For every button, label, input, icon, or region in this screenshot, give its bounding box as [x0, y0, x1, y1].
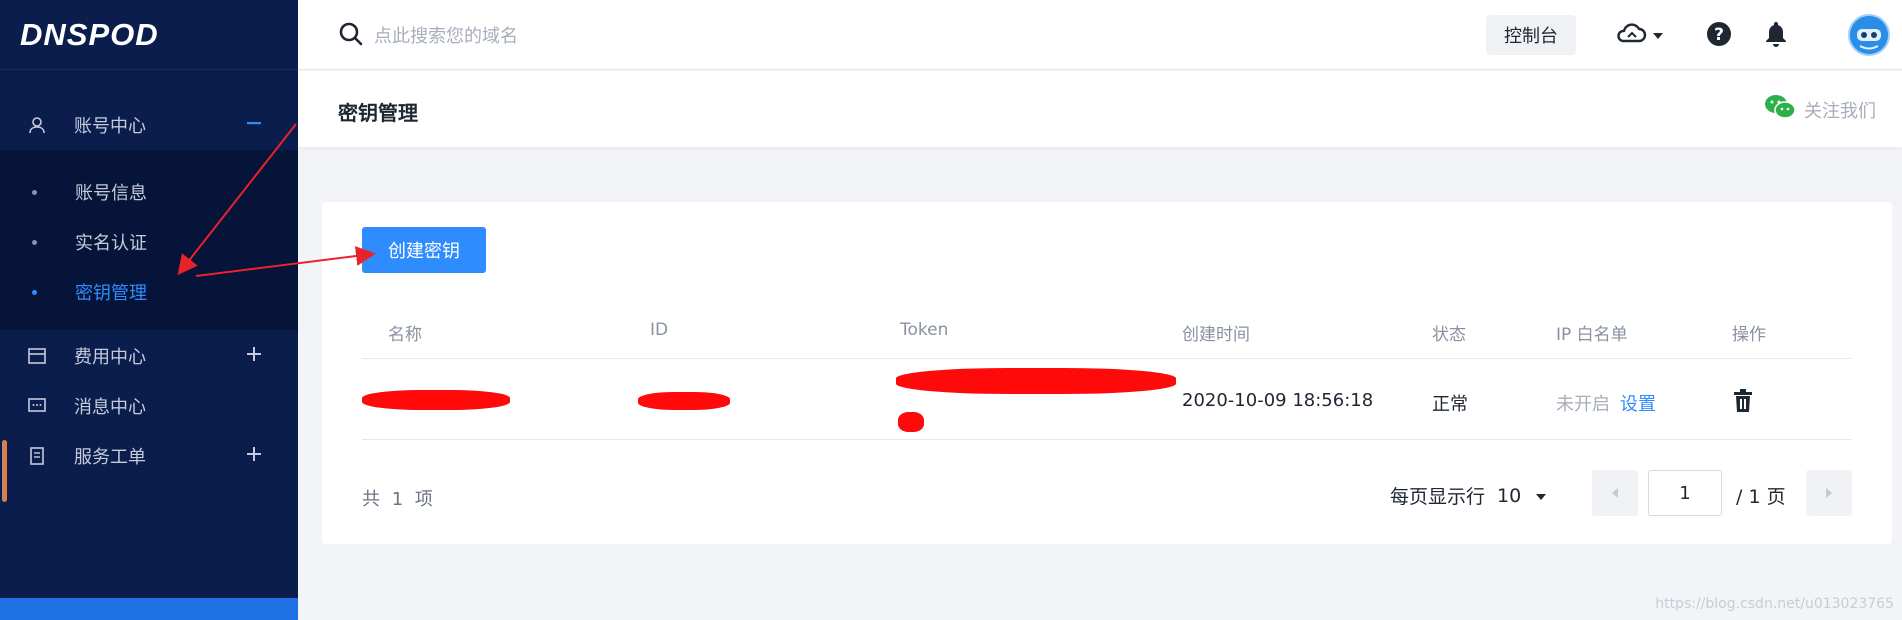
redacted-name — [362, 390, 510, 410]
follow-us-label: 关注我们 — [1804, 100, 1876, 122]
column-header-ip-whitelist: IP 白名单 — [1556, 325, 1628, 345]
sidebar: DNSPOD 账号中心 账号信息 实名认证 密钥管理 费用中心 消息中心 服务工… — [0, 0, 298, 620]
svg-text:?: ? — [1714, 25, 1724, 45]
billing-icon — [24, 343, 50, 369]
nav-group-account[interactable]: 账号中心 — [0, 100, 298, 150]
create-key-button[interactable]: 创建密钥 — [362, 227, 486, 273]
redacted-id — [638, 392, 730, 410]
redacted-token — [896, 368, 1176, 394]
plus-icon[interactable] — [244, 443, 266, 465]
redacted-token-tail — [898, 412, 924, 432]
page-number-input[interactable]: 1 — [1648, 470, 1722, 516]
caret-down-icon — [1652, 26, 1664, 45]
scroll-indicator[interactable] — [2, 440, 7, 502]
table-row-divider — [362, 439, 1852, 440]
search-bar — [338, 22, 734, 50]
nav-group-tickets[interactable]: 服务工单 — [0, 431, 298, 481]
created-time: 2020-10-09 18:56:18 — [1182, 390, 1374, 411]
next-page-button[interactable] — [1806, 470, 1852, 516]
page-size-selector[interactable]: 每页显示行 10 — [1390, 482, 1547, 509]
plus-icon[interactable] — [244, 343, 266, 365]
total-count: 共 1 项 — [362, 489, 436, 510]
ip-whitelist-settings-link[interactable]: 设置 — [1620, 390, 1656, 416]
key-list-card: 创建密钥 名称 ID Token 创建时间 状态 IP 白名单 操作 2020-… — [322, 202, 1892, 544]
bullet-icon — [32, 289, 37, 295]
page-header: 密钥管理 关注我们 — [298, 71, 1902, 147]
sidebar-item-account-info[interactable]: 账号信息 — [0, 172, 298, 212]
watermark: https://blog.csdn.net/u013023765 — [1655, 596, 1894, 612]
help-icon[interactable]: ? — [1706, 21, 1732, 47]
total-pages: / 1 页 — [1736, 486, 1786, 508]
chevron-left-icon — [1610, 484, 1620, 503]
console-button[interactable]: 控制台 — [1486, 15, 1576, 55]
search-icon[interactable] — [338, 21, 364, 51]
nav-group-billing[interactable]: 费用中心 — [0, 331, 298, 381]
nav-group-label: 服务工单 — [74, 447, 146, 468]
sidebar-item-verification[interactable]: 实名认证 — [0, 222, 298, 262]
page-size-value: 10 — [1497, 484, 1522, 507]
logo[interactable]: DNSPOD — [0, 0, 298, 70]
sidebar-footer-bar — [0, 598, 298, 620]
sidebar-item-key-management[interactable]: 密钥管理 — [0, 272, 298, 312]
delete-icon[interactable] — [1732, 389, 1754, 417]
sidebar-item-label: 实名认证 — [75, 233, 147, 254]
prev-page-button[interactable] — [1592, 470, 1638, 516]
page-size-label: 每页显示行 — [1390, 486, 1486, 508]
page-title: 密钥管理 — [338, 101, 418, 125]
column-header-actions: 操作 — [1732, 325, 1766, 345]
sidebar-item-label: 密钥管理 — [75, 283, 147, 304]
search-input[interactable] — [374, 25, 734, 47]
message-icon — [24, 393, 50, 419]
avatar[interactable] — [1848, 14, 1890, 56]
nav-group-label: 账号中心 — [74, 116, 146, 137]
bullet-icon — [32, 239, 37, 245]
logo-text: DNSPOD — [20, 16, 159, 52]
account-submenu: 账号信息 实名认证 密钥管理 — [0, 150, 298, 330]
cloud-icon — [1614, 20, 1648, 50]
column-header-created: 创建时间 — [1182, 325, 1250, 345]
follow-us-link[interactable]: 关注我们 — [1764, 93, 1876, 126]
user-icon — [24, 112, 50, 138]
column-header-name: 名称 — [388, 325, 422, 345]
caret-down-icon — [1535, 485, 1547, 507]
column-header-status: 状态 — [1432, 325, 1466, 345]
column-header-id: ID — [650, 320, 669, 340]
chevron-right-icon — [1824, 484, 1834, 503]
ticket-icon — [24, 443, 50, 469]
nav-group-messages[interactable]: 消息中心 — [0, 381, 298, 431]
nav-group-label: 费用中心 — [74, 347, 146, 368]
cloud-menu[interactable] — [1614, 20, 1664, 50]
bullet-icon — [32, 189, 37, 195]
ip-whitelist-status: 未开启 — [1556, 394, 1610, 415]
bell-icon[interactable] — [1764, 20, 1788, 48]
status-text: 正常 — [1432, 394, 1468, 415]
minus-icon[interactable] — [244, 112, 266, 134]
wechat-icon — [1764, 93, 1796, 126]
top-header: 控制台 ? — [298, 0, 1902, 70]
column-header-token: Token — [900, 320, 949, 340]
sidebar-item-label: 账号信息 — [75, 183, 147, 204]
nav-group-label: 消息中心 — [74, 397, 146, 418]
table-header-divider — [362, 358, 1852, 359]
